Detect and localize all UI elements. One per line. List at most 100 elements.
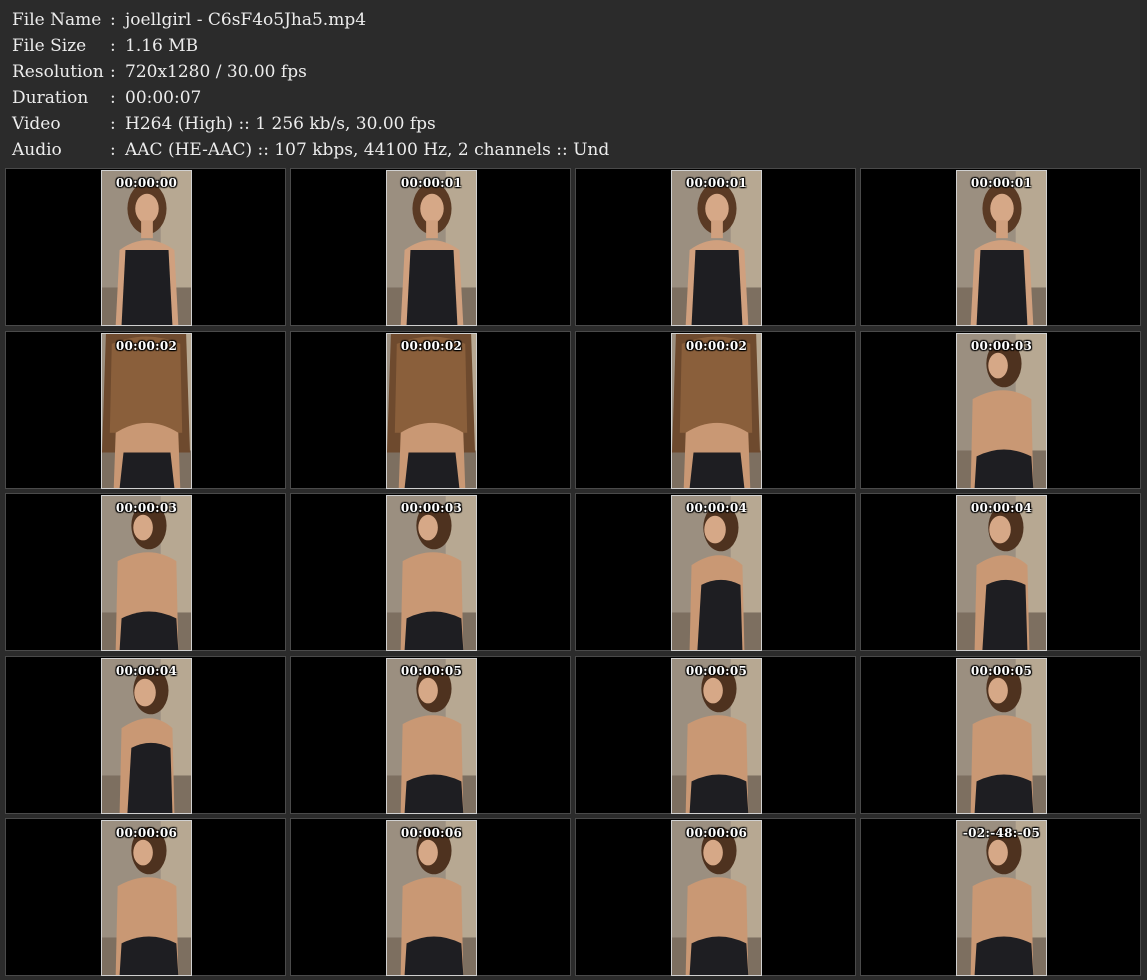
frame-picture (957, 821, 1046, 975)
frame-timestamp: 00:00:06 (685, 826, 748, 840)
video-frame-image: 00:00:06 (386, 820, 477, 976)
frame-picture (672, 171, 761, 325)
frame-picture (387, 334, 476, 488)
thumbnail-cell: 00:00:05 (290, 656, 571, 814)
info-separator: : (110, 140, 116, 160)
frame-picture (102, 496, 191, 650)
thumbnail-cell: 00:00:02 (290, 331, 571, 489)
info-label: Duration (12, 88, 89, 108)
thumbnail-cell: 00:00:01 (860, 168, 1141, 326)
frame-timestamp: 00:00:05 (400, 664, 463, 678)
info-separator: : (110, 88, 116, 108)
frame-timestamp: 00:00:02 (685, 339, 748, 353)
video-frame-image: 00:00:03 (956, 333, 1047, 489)
info-separator: : (110, 62, 116, 82)
thumbnail-cell: 00:00:01 (290, 168, 571, 326)
video-frame-image: 00:00:00 (101, 170, 192, 326)
frame-timestamp: 00:00:03 (970, 339, 1033, 353)
thumbnail-cell: 00:00:02 (5, 331, 286, 489)
thumbnail-cell: 00:00:04 (860, 493, 1141, 651)
info-label: Audio (12, 140, 62, 160)
info-separator: : (110, 10, 116, 30)
info-value: 1.16 MB (125, 36, 199, 56)
frame-timestamp: 00:00:04 (685, 501, 748, 515)
frame-picture (672, 334, 761, 488)
info-value: 720x1280 / 30.00 fps (125, 62, 307, 82)
frame-timestamp: 00:00:06 (400, 826, 463, 840)
info-label: Video (12, 114, 61, 134)
thumbnail-cell: 00:00:03 (860, 331, 1141, 489)
frame-timestamp: 00:00:03 (115, 501, 178, 515)
video-frame-image: 00:00:05 (956, 658, 1047, 814)
frame-timestamp: 00:00:04 (115, 664, 178, 678)
info-separator: : (110, 114, 116, 134)
video-frame-image: 00:00:04 (671, 495, 762, 651)
frame-timestamp: 00:00:01 (400, 176, 463, 190)
video-frame-image: 00:00:02 (101, 333, 192, 489)
frame-timestamp: 00:00:06 (115, 826, 178, 840)
info-value: 00:00:07 (125, 88, 202, 108)
thumbnail-cell: 00:00:06 (575, 818, 856, 976)
info-label: File Name (12, 10, 102, 30)
video-frame-image: 00:00:02 (671, 333, 762, 489)
thumbnail-cell: 00:00:03 (5, 493, 286, 651)
frame-timestamp: 00:00:05 (685, 664, 748, 678)
frame-picture (387, 171, 476, 325)
frame-picture (102, 334, 191, 488)
thumbnail-cell: 00:00:05 (860, 656, 1141, 814)
frame-timestamp: 00:00:03 (400, 501, 463, 515)
video-frame-image: 00:00:02 (386, 333, 477, 489)
frame-picture (957, 334, 1046, 488)
frame-timestamp: -02:-48:-05 (962, 826, 1041, 840)
info-value: AAC (HE-AAC) :: 107 kbps, 44100 Hz, 2 ch… (125, 140, 610, 160)
frame-timestamp: 00:00:00 (115, 176, 178, 190)
frame-picture (102, 659, 191, 813)
thumbnail-cell: 00:00:03 (290, 493, 571, 651)
video-frame-image: 00:00:01 (386, 170, 477, 326)
info-separator: : (110, 36, 116, 56)
frame-timestamp: 00:00:01 (685, 176, 748, 190)
thumbnail-cell: 00:00:06 (290, 818, 571, 976)
frame-picture (387, 821, 476, 975)
video-frame-image: 00:00:06 (671, 820, 762, 976)
info-value: joellgirl - C6sF4o5Jha5.mp4 (125, 10, 367, 30)
frame-picture (672, 496, 761, 650)
frame-timestamp: 00:00:01 (970, 176, 1033, 190)
video-frame-image: 00:00:03 (386, 495, 477, 651)
file-info-header: File Name : joellgirl - C6sF4o5Jha5.mp4 … (0, 0, 1147, 168)
video-frame-image: -02:-48:-05 (956, 820, 1047, 976)
frame-timestamp: 00:00:04 (970, 501, 1033, 515)
thumbnail-cell: 00:00:05 (575, 656, 856, 814)
thumbnail-cell: -02:-48:-05 (860, 818, 1141, 976)
video-frame-image: 00:00:05 (671, 658, 762, 814)
thumbnail-cell: 00:00:00 (5, 168, 286, 326)
video-frame-image: 00:00:01 (956, 170, 1047, 326)
frame-picture (387, 659, 476, 813)
video-frame-image: 00:00:03 (101, 495, 192, 651)
frame-timestamp: 00:00:05 (970, 664, 1033, 678)
video-frame-image: 00:00:01 (671, 170, 762, 326)
video-frame-image: 00:00:04 (956, 495, 1047, 651)
video-frame-image: 00:00:05 (386, 658, 477, 814)
info-value: H264 (High) :: 1 256 kb/s, 30.00 fps (125, 114, 436, 134)
frame-picture (957, 659, 1046, 813)
frame-picture (957, 171, 1046, 325)
frame-picture (672, 659, 761, 813)
frame-picture (102, 171, 191, 325)
thumbnail-cell: 00:00:04 (575, 493, 856, 651)
frame-picture (102, 821, 191, 975)
frame-picture (672, 821, 761, 975)
frame-picture (957, 496, 1046, 650)
thumbnail-grid: 00:00:00 00:00:01 00:00:01 00:00:01 00:00:02… (5, 168, 1145, 978)
thumbnail-cell: 00:00:04 (5, 656, 286, 814)
thumbnail-cell: 00:00:02 (575, 331, 856, 489)
info-label: Resolution (12, 62, 104, 82)
video-frame-image: 00:00:04 (101, 658, 192, 814)
frame-timestamp: 00:00:02 (400, 339, 463, 353)
info-label: File Size (12, 36, 87, 56)
frame-timestamp: 00:00:02 (115, 339, 178, 353)
thumbnail-cell: 00:00:01 (575, 168, 856, 326)
video-frame-image: 00:00:06 (101, 820, 192, 976)
frame-picture (387, 496, 476, 650)
thumbnail-cell: 00:00:06 (5, 818, 286, 976)
